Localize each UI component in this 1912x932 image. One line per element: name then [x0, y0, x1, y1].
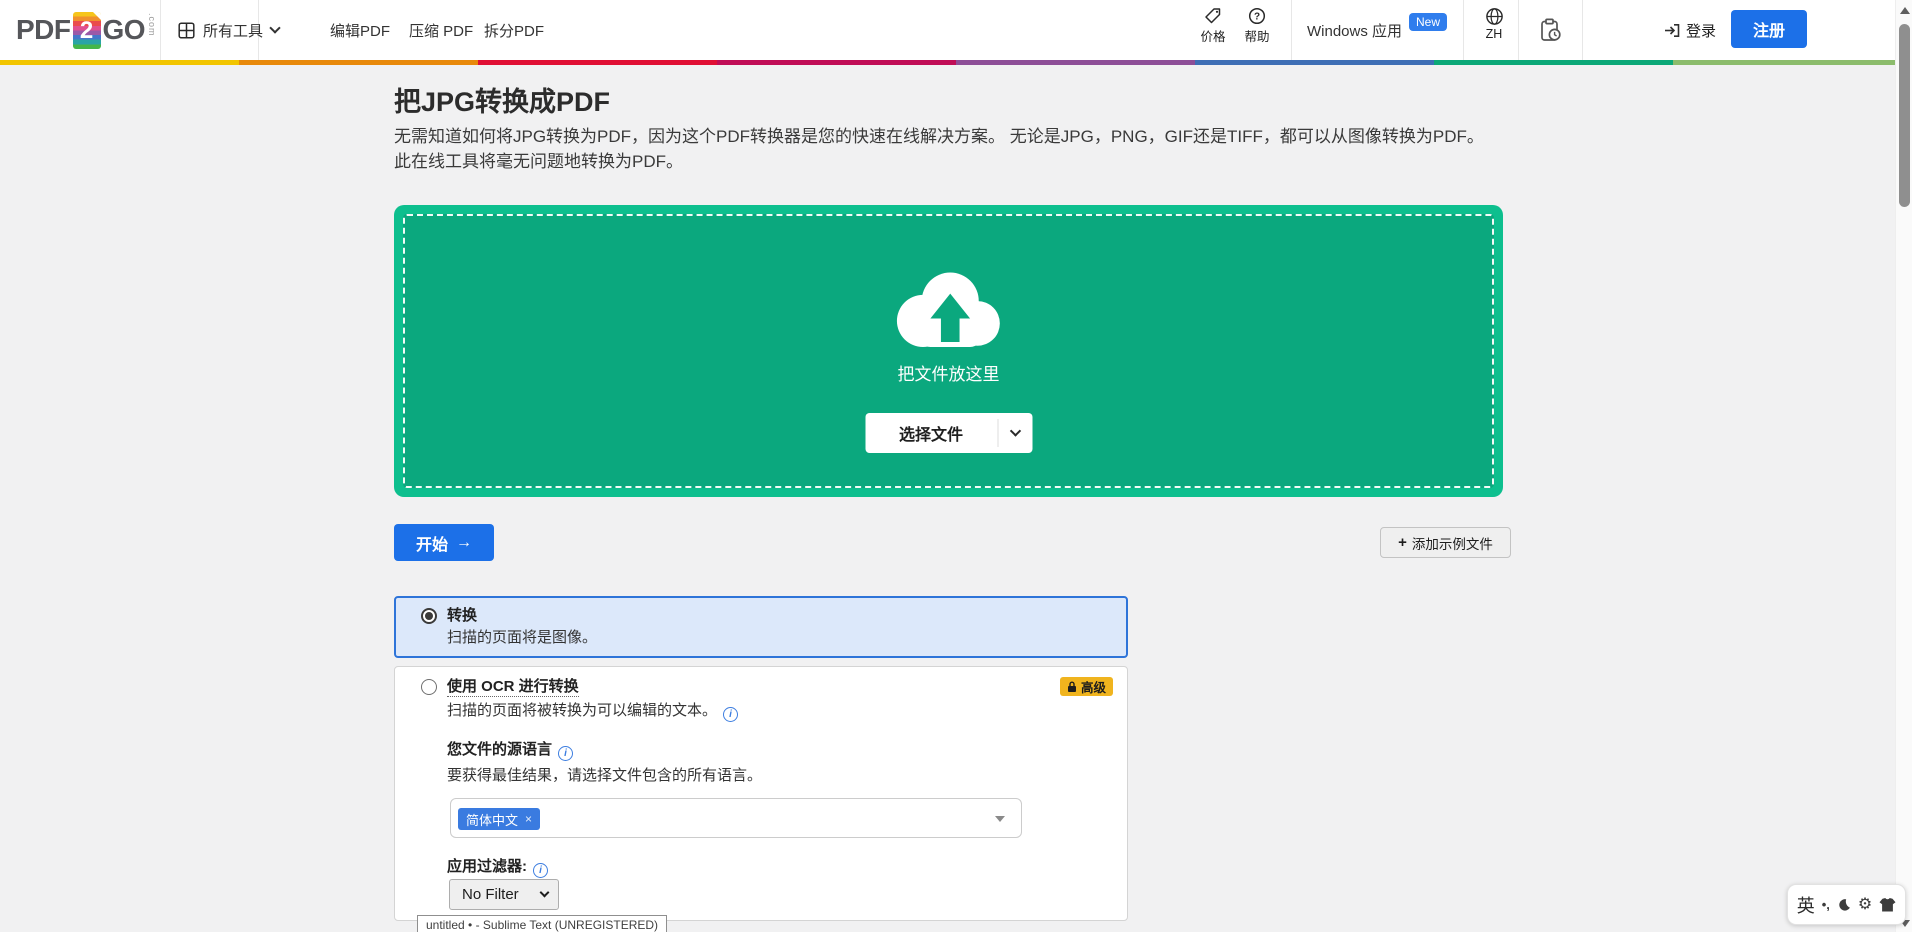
- nav-edit-pdf-label: 编辑PDF: [330, 20, 390, 41]
- clipboard-clock-icon: [1540, 18, 1562, 43]
- arrow-right-icon: →: [456, 534, 472, 552]
- grid-icon: [178, 22, 195, 39]
- add-example-file-label: 添加示例文件: [1412, 533, 1493, 553]
- nav-separator: [1463, 0, 1464, 60]
- skin-shirt-icon[interactable]: [1879, 898, 1896, 912]
- nav-all-tools-label: 所有工具: [203, 20, 263, 41]
- option-ocr[interactable]: 使用 OCR 进行转换 高级 扫描的页面将被转换为可以编辑的文本。i 您文件的源…: [394, 666, 1128, 921]
- option-convert[interactable]: 转换 扫描的页面将是图像。: [394, 596, 1128, 658]
- nav-language-label: ZH: [1486, 27, 1503, 41]
- logo-text-go: GO: [103, 14, 146, 46]
- dropzone-dashed-area: 把文件放这里 选择文件: [403, 214, 1494, 488]
- ime-toolbar[interactable]: 英 •, ⚙: [1787, 884, 1906, 925]
- nav-pricing[interactable]: 价格: [1191, 7, 1235, 45]
- filter-select-value: No Filter: [462, 886, 519, 903]
- info-icon[interactable]: i: [558, 746, 573, 761]
- globe-icon: [1485, 7, 1504, 26]
- register-label: 注册: [1753, 17, 1785, 41]
- nav-language-switcher[interactable]: ZH: [1472, 7, 1516, 41]
- nav-windows-app[interactable]: Windows 应用: [1307, 0, 1402, 60]
- nav-separator: [1291, 0, 1292, 60]
- svg-text:?: ?: [1254, 11, 1260, 22]
- register-button[interactable]: 注册: [1731, 10, 1807, 48]
- nav-compress-pdf[interactable]: 压缩 PDF: [409, 0, 473, 60]
- ime-punctuation-toggle[interactable]: •,: [1822, 897, 1830, 912]
- page-description-line2: 此在线工具将毫无问题地转换为PDF。: [394, 147, 683, 172]
- moon-icon[interactable]: [1837, 898, 1851, 912]
- start-label: 开始: [416, 531, 448, 555]
- cloud-upload-icon: [887, 266, 1011, 356]
- nav-windows-app-label: Windows 应用: [1307, 20, 1402, 41]
- nav-separator: [1518, 0, 1519, 60]
- navbar: PDF 2 GO .com 所有工具 编辑PDF 压缩 PDF 拆分PDF 价格…: [0, 0, 1912, 60]
- gear-icon[interactable]: ⚙: [1858, 897, 1872, 913]
- nav-all-tools[interactable]: 所有工具: [178, 0, 279, 60]
- choose-file-dropdown[interactable]: [998, 413, 1032, 453]
- nav-compress-pdf-label: 压缩 PDF: [409, 20, 473, 41]
- plus-icon: +: [1398, 534, 1407, 551]
- file-dropzone[interactable]: 把文件放这里 选择文件: [394, 205, 1503, 497]
- scrollbar-thumb[interactable]: [1899, 24, 1910, 207]
- option-ocr-label: 使用 OCR 进行转换: [447, 675, 579, 696]
- language-tag-label: 简体中文: [466, 810, 518, 829]
- page-description-line1: 无需知道如何将JPG转换为PDF，因为这个PDF转换器是您的快速在线解决方案。 …: [394, 122, 1484, 147]
- pdf2go-jpg-to-pdf-page: PDF 2 GO .com 所有工具 编辑PDF 压缩 PDF 拆分PDF 价格…: [0, 0, 1912, 932]
- login-label: 登录: [1686, 20, 1716, 41]
- logo-page-icon: 2: [73, 12, 101, 49]
- radio-convert[interactable]: [421, 608, 437, 624]
- nav-split-pdf-label: 拆分PDF: [484, 20, 544, 41]
- radio-ocr[interactable]: [421, 679, 437, 695]
- chevron-down-icon: [540, 888, 550, 898]
- info-icon[interactable]: i: [723, 707, 738, 722]
- logo-text-2: 2: [80, 17, 93, 45]
- language-tag[interactable]: 简体中文 ×: [458, 808, 540, 830]
- nav-split-pdf[interactable]: 拆分PDF: [484, 0, 544, 60]
- start-button[interactable]: 开始 →: [394, 524, 494, 561]
- nav-job-history[interactable]: [1540, 0, 1562, 60]
- page-title: 把JPG转换成PDF: [394, 80, 610, 119]
- nav-separator: [160, 0, 161, 60]
- add-example-file-button[interactable]: + 添加示例文件: [1380, 527, 1511, 558]
- source-language-label: 您文件的源语言i: [447, 738, 573, 761]
- pdf2go-logo[interactable]: PDF 2 GO .com: [16, 11, 157, 49]
- option-convert-label: 转换: [447, 604, 477, 625]
- taskbar-tooltip: untitled • - Sublime Text (UNREGISTERED): [417, 915, 667, 932]
- choose-file-label[interactable]: 选择文件: [865, 413, 997, 453]
- vertical-scrollbar[interactable]: [1895, 0, 1912, 932]
- lock-icon: [1067, 681, 1077, 693]
- info-icon[interactable]: i: [533, 863, 548, 878]
- chevron-down-icon: [269, 22, 280, 33]
- choose-file-button[interactable]: 选择文件: [865, 413, 1032, 453]
- logo-page-fold: [93, 12, 101, 20]
- premium-badge-label: 高级: [1081, 677, 1106, 696]
- nav-edit-pdf[interactable]: 编辑PDF: [330, 0, 390, 60]
- nav-help[interactable]: ? 帮助: [1235, 7, 1279, 45]
- login-arrow-icon: [1664, 23, 1680, 38]
- help-icon: ?: [1248, 7, 1266, 25]
- login-button[interactable]: 登录: [1664, 0, 1716, 60]
- option-ocr-description: 扫描的页面将被转换为可以编辑的文本。i: [447, 699, 738, 722]
- logo-text-pdf: PDF: [16, 14, 71, 46]
- nav-separator: [1582, 0, 1583, 60]
- filter-label: 应用过滤器:i: [447, 855, 548, 878]
- source-language-hint: 要获得最佳结果，请选择文件包含的所有语言。: [447, 764, 762, 785]
- ime-language-mode[interactable]: 英: [1797, 892, 1815, 918]
- remove-language-icon[interactable]: ×: [525, 812, 532, 826]
- nav-help-label: 帮助: [1244, 26, 1269, 45]
- price-tag-icon: [1204, 7, 1222, 25]
- drop-files-here-label: 把文件放这里: [405, 360, 1492, 385]
- select-caret-icon: [995, 816, 1005, 822]
- filter-select[interactable]: No Filter: [449, 879, 559, 910]
- nav-pricing-label: 价格: [1200, 26, 1225, 45]
- rainbow-stripe: [0, 60, 1912, 65]
- scrollbar-up-arrow[interactable]: [1900, 7, 1910, 14]
- language-multiselect[interactable]: 简体中文 ×: [450, 798, 1022, 838]
- new-badge: New: [1409, 13, 1447, 31]
- premium-badge: 高级: [1060, 677, 1113, 696]
- option-convert-description: 扫描的页面将是图像。: [447, 626, 597, 647]
- chevron-down-icon: [1009, 425, 1020, 436]
- logo-text-com: .com: [147, 13, 157, 47]
